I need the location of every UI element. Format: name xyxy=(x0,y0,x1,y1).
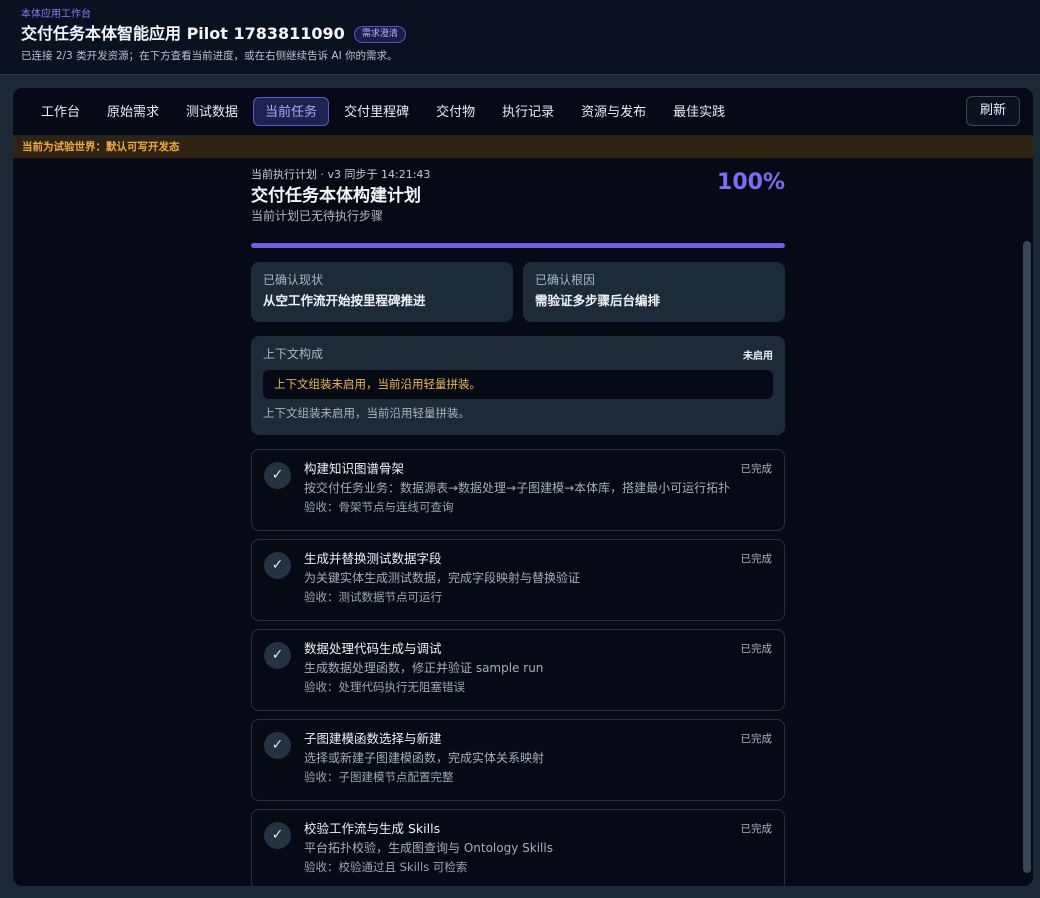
step-description: 生成数据处理函数，修正并验证 sample run xyxy=(304,661,544,675)
step-description: 为关键实体生成测试数据，完成字段映射与替换验证 xyxy=(304,571,581,585)
check-icon: ✓ xyxy=(264,462,291,489)
plan-steps: ✓ 构建知识图谱骨架 按交付任务业务：数据源表→数据处理→子图建模→本体库，搭建… xyxy=(251,449,785,886)
header-subtitle: 已连接 2/3 类开发资源；在下方查看当前进度，或在右侧继续告诉 AI 你的需求… xyxy=(21,50,398,62)
tab-best-practices[interactable]: 最佳实践 xyxy=(661,97,737,126)
step-status: 已完成 xyxy=(740,823,773,835)
step-title: 校验工作流与生成 Skills xyxy=(304,821,441,836)
step-card[interactable]: ✓ 数据处理代码生成与调试 生成数据处理函数，修正并验证 sample run … xyxy=(251,629,785,711)
context-note: 上下文组装未启用，当前沿用轻量拼装。 xyxy=(263,406,470,420)
check-icon: ✓ xyxy=(264,552,291,579)
sandbox-notice: 当前为试验世界：默认可写开发态 xyxy=(13,136,1033,158)
context-composition-card: 上下文构成 未启用 上下文组装未启用，当前沿用轻量拼装。 上下文组装未启用，当前… xyxy=(251,336,785,435)
step-card[interactable]: ✓ 生成并替换测试数据字段 为关键实体生成测试数据，完成字段映射与替换验证 验收… xyxy=(251,539,785,621)
step-description: 平台拓扑校验，生成图查询与 Ontology Skills xyxy=(304,841,553,855)
context-status: 未启用 xyxy=(743,351,773,362)
fact-card-status: 已确认现状 从空工作流开始按里程碑推进 xyxy=(251,262,513,322)
fact-label: 已确认根因 xyxy=(535,273,596,287)
plan-header: 当前执行计划 · v3 同步于 14:21:43 交付任务本体构建计划 当前计划… xyxy=(251,168,785,238)
refresh-button[interactable]: 刷新 xyxy=(966,96,1020,126)
tab-deliverables[interactable]: 交付物 xyxy=(424,97,487,126)
step-title: 子图建模函数选择与新建 xyxy=(304,731,442,746)
step-title: 构建知识图谱骨架 xyxy=(304,461,405,476)
title-row: 交付任务本体智能应用 Pilot 1783811090 需求澄清 xyxy=(21,22,1040,46)
tab-workbench[interactable]: 工作台 xyxy=(29,97,92,126)
step-card[interactable]: ✓ 构建知识图谱骨架 按交付任务业务：数据源表→数据处理→子图建模→本体库，搭建… xyxy=(251,449,785,531)
tab-execution-log[interactable]: 执行记录 xyxy=(490,97,566,126)
scrollbar[interactable] xyxy=(1023,241,1031,873)
stage-badge: 需求澄清 xyxy=(353,25,406,43)
context-warning: 上下文组装未启用，当前沿用轻量拼装。 xyxy=(263,370,773,399)
progress-percent: 100% xyxy=(717,170,785,195)
progress-fill xyxy=(251,243,785,248)
check-icon: ✓ xyxy=(264,732,291,759)
confirmed-facts: 已确认现状 从空工作流开始按里程碑推进 已确认根因 需验证多步骤后台编排 xyxy=(251,262,785,322)
plan-subtitle: 当前计划已无待执行步骤 xyxy=(251,209,384,223)
app-header: 本体应用工作台 交付任务本体智能应用 Pilot 1783811090 需求澄清… xyxy=(0,0,1040,75)
step-description: 选择或新建子图建模函数，完成实体关系映射 xyxy=(304,751,545,765)
tab-original-requirements[interactable]: 原始需求 xyxy=(95,97,171,126)
step-status: 已完成 xyxy=(740,463,773,475)
plan-title: 交付任务本体构建计划 xyxy=(251,186,421,206)
main-panel: 工作台 原始需求 测试数据 当前任务 交付里程碑 交付物 执行记录 资源与发布 … xyxy=(12,87,1034,887)
step-acceptance: 验收：处理代码执行无阻塞错误 xyxy=(304,680,465,694)
plan-meta: 当前执行计划 · v3 同步于 14:21:43 xyxy=(251,168,431,181)
fact-value: 需验证多步骤后台编排 xyxy=(535,293,661,308)
tab-bar: 工作台 原始需求 测试数据 当前任务 交付里程碑 交付物 执行记录 资源与发布 … xyxy=(13,88,1033,136)
progress-bar xyxy=(251,243,785,248)
step-acceptance: 验收：校验通过且 Skills 可检索 xyxy=(304,860,468,874)
tab-delivery-milestones[interactable]: 交付里程碑 xyxy=(332,97,421,126)
step-title: 生成并替换测试数据字段 xyxy=(304,551,442,566)
fact-card-root-cause: 已确认根因 需验证多步骤后台编排 xyxy=(523,262,785,322)
step-acceptance: 验收：骨架节点与连线可查询 xyxy=(304,500,454,514)
context-title: 上下文构成 xyxy=(263,347,324,361)
step-status: 已完成 xyxy=(740,733,773,745)
header-eyebrow: 本体应用工作台 xyxy=(21,9,91,20)
step-card[interactable]: ✓ 校验工作流与生成 Skills 平台拓扑校验，生成图查询与 Ontology… xyxy=(251,809,785,886)
step-status: 已完成 xyxy=(740,553,773,565)
fact-value: 从空工作流开始按里程碑推进 xyxy=(263,293,426,308)
tab-test-data[interactable]: 测试数据 xyxy=(174,97,250,126)
tab-resources-release[interactable]: 资源与发布 xyxy=(569,97,658,126)
task-content: 当前执行计划 · v3 同步于 14:21:43 交付任务本体构建计划 当前计划… xyxy=(251,168,785,886)
check-icon: ✓ xyxy=(264,642,291,669)
fact-label: 已确认现状 xyxy=(263,273,324,287)
step-acceptance: 验收：测试数据节点可运行 xyxy=(304,590,442,604)
page-title: 交付任务本体智能应用 Pilot 1783811090 xyxy=(21,24,345,43)
step-acceptance: 验收：子图建模节点配置完整 xyxy=(304,770,454,784)
step-title: 数据处理代码生成与调试 xyxy=(304,641,442,656)
step-card[interactable]: ✓ 子图建模函数选择与新建 选择或新建子图建模函数，完成实体关系映射 验收：子图… xyxy=(251,719,785,801)
check-icon: ✓ xyxy=(264,822,291,849)
step-description: 按交付任务业务：数据源表→数据处理→子图建模→本体库，搭建最小可运行拓扑 xyxy=(304,481,731,495)
tab-current-task[interactable]: 当前任务 xyxy=(253,97,330,126)
step-status: 已完成 xyxy=(740,643,773,655)
